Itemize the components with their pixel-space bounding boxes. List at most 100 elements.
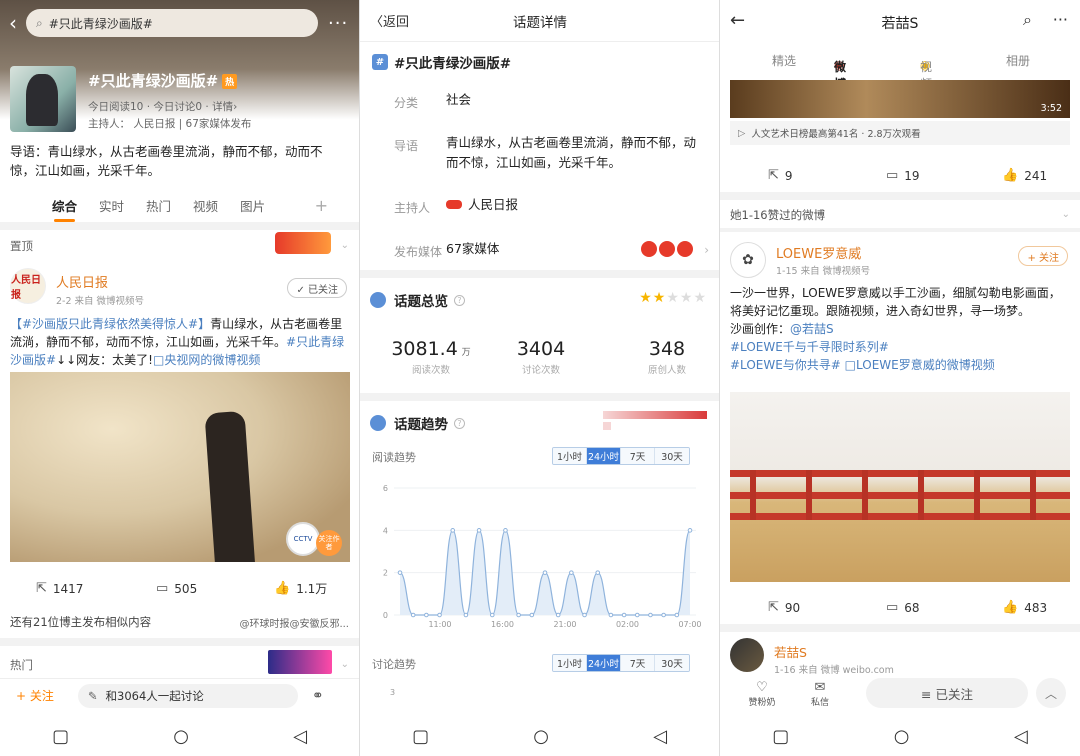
discuss-trend-label: 讨论趋势 xyxy=(372,658,416,671)
hashtag-link[interactable]: 【#沙画版只此青绿依然美得惊人#】 xyxy=(10,317,210,331)
discuss-input[interactable]: ✎ 和3064人一起讨论 xyxy=(77,683,298,708)
back-triangle-icon[interactable]: ◁ xyxy=(1014,726,1028,747)
post-actions: ⇱ 9 ▭ 19 👍 241 xyxy=(768,168,1047,183)
data-point xyxy=(542,570,548,575)
video-link[interactable]: □LOEWE罗意威的微博视频 xyxy=(845,358,995,372)
repost-button[interactable]: ⇱ 90 xyxy=(768,600,886,615)
recent-apps-icon[interactable]: ▢ xyxy=(412,726,429,747)
post-author[interactable]: LOEWE罗意威 xyxy=(776,243,861,262)
help-icon[interactable]: ? xyxy=(454,417,465,429)
home-icon[interactable]: ○ xyxy=(173,726,189,747)
search-icon[interactable]: ⌕ xyxy=(1023,10,1032,30)
data-point xyxy=(595,570,601,575)
like-button[interactable]: 👍 483 xyxy=(1002,600,1047,615)
y-tick-label: 0 xyxy=(383,611,388,620)
tab-realtime[interactable]: 实时 xyxy=(99,196,124,215)
similar-content-link[interactable]: 还有21位博主发布相似内容 xyxy=(10,614,151,630)
similar-sources[interactable]: @环球时报@安徽反邪... xyxy=(239,615,349,630)
search-input[interactable]: ⌕ #只此青绿沙画版# xyxy=(26,9,318,37)
video-thumbnail[interactable]: 3:52 xyxy=(730,80,1070,118)
chevron-down-icon[interactable]: ⌄ xyxy=(341,240,349,251)
follow-button[interactable]: + 关注 xyxy=(1018,246,1068,266)
tab-album[interactable]: 相册 xyxy=(1006,52,1030,69)
post-video-thumbnail[interactable] xyxy=(730,392,1070,582)
topic-meta[interactable]: 今日阅读10 · 今日讨论0 · 详情› xyxy=(88,99,237,114)
comment-button[interactable]: ▭ 505 xyxy=(156,580,274,597)
chevron-up-icon[interactable]: ︿ xyxy=(1036,678,1066,708)
media-label: 发布媒体 xyxy=(394,245,443,259)
bottom-bar: + 关注 ✎ 和3064人一起讨论 ⚭ xyxy=(0,678,359,712)
pinned-banner-image[interactable] xyxy=(275,232,331,254)
back-triangle-icon[interactable]: ◁ xyxy=(653,726,667,747)
like-button[interactable]: 👍 241 xyxy=(1002,168,1047,183)
chevron-down-icon[interactable]: ⌄ xyxy=(1062,209,1070,220)
post-author[interactable]: 若喆S xyxy=(774,642,807,661)
range-24h[interactable]: 24小时 xyxy=(587,448,621,464)
help-icon[interactable]: ? xyxy=(454,294,465,306)
mention-link[interactable]: @若喆S xyxy=(790,322,834,336)
range-7d[interactable]: 7天 xyxy=(621,655,655,671)
avatar[interactable] xyxy=(730,638,764,672)
post-video-thumbnail[interactable]: CCTV 关注作者 xyxy=(10,372,350,562)
divider xyxy=(0,222,359,230)
data-point xyxy=(634,612,640,618)
range-30d[interactable]: 30天 xyxy=(655,655,689,671)
range-24h[interactable]: 24小时 xyxy=(587,655,621,671)
followed-button[interactable]: ≡ 已关注 xyxy=(866,678,1028,708)
like-button[interactable]: 👍 1.1万 xyxy=(274,580,327,597)
share-icon[interactable]: ⚭ xyxy=(312,688,324,704)
avatar[interactable]: 人民日报 xyxy=(10,268,46,304)
range-1h[interactable]: 1小时 xyxy=(553,655,587,671)
video-link[interactable]: □央视网的微博视频 xyxy=(153,353,260,367)
back-triangle-icon[interactable]: ◁ xyxy=(293,726,307,747)
post-author[interactable]: 人民日报 xyxy=(56,272,108,291)
data-point xyxy=(529,612,535,618)
data-point xyxy=(489,612,495,618)
follow-topic-button[interactable]: + 关注 xyxy=(16,687,54,704)
fans-icon: ♡ xyxy=(756,680,768,695)
tab-featured[interactable]: 精选 xyxy=(772,52,796,69)
range-1h[interactable]: 1小时 xyxy=(553,448,587,464)
chevron-down-icon[interactable]: ⌄ xyxy=(341,659,349,670)
top-bar: ‹ ⌕ #只此青绿沙画版# ··· xyxy=(0,6,359,40)
data-point xyxy=(608,612,614,618)
video-info[interactable]: ▷ 人文艺术日榜最高第41名 · 2.8万次观看 xyxy=(730,121,1070,145)
tab-hot[interactable]: 热门 xyxy=(146,196,171,215)
followed-button[interactable]: ✓ 已关注 xyxy=(287,278,347,298)
hashtag-link[interactable]: #LOEWE千与千寻限时系列# xyxy=(730,340,889,354)
hashtag-link[interactable]: #LOEWE与你共寻# xyxy=(730,358,841,372)
host-value[interactable]: 人民日报 xyxy=(446,195,518,215)
profile-tabs: 精选 ◉微博 ◉视频 相册 xyxy=(772,52,1031,91)
range-7d[interactable]: 7天 xyxy=(621,448,655,464)
fans-button[interactable]: ♡ 赞粉奶 xyxy=(744,680,780,708)
repost-button[interactable]: ⇱ 9 xyxy=(768,168,886,183)
recent-apps-icon[interactable]: ▢ xyxy=(772,726,789,747)
home-icon[interactable]: ○ xyxy=(894,726,910,747)
tab-images[interactable]: 图片 xyxy=(240,196,265,215)
x-tick-label: 16:00 xyxy=(491,620,514,629)
comment-button[interactable]: ▭ 19 xyxy=(886,168,1002,183)
back-icon[interactable]: ‹ xyxy=(0,11,26,35)
tab-video[interactable]: 视频 xyxy=(193,196,218,215)
page-title: 话题详情 xyxy=(513,14,567,31)
post-meta: 1-16 来自 微博 weibo.com xyxy=(774,665,894,676)
recent-apps-icon[interactable]: ▢ xyxy=(52,726,69,747)
tab-comprehensive[interactable]: 综合 xyxy=(52,196,77,222)
star-icon: ★ xyxy=(639,290,653,306)
post-text: 一沙一世界，LOEWE罗意威以手工沙画，细腻勾勒电影画面，将美好记忆重现。跟随视… xyxy=(730,286,1061,372)
hot-banner-image[interactable] xyxy=(268,650,332,674)
message-button[interactable]: ✉ 私信 xyxy=(802,680,838,708)
more-icon[interactable]: ··· xyxy=(328,13,348,34)
data-point xyxy=(661,612,666,618)
chevron-right-icon[interactable]: › xyxy=(704,243,709,257)
more-icon[interactable]: ··· xyxy=(1053,10,1068,29)
data-point xyxy=(397,570,403,575)
data-point xyxy=(476,528,482,533)
add-tab-icon[interactable]: + xyxy=(315,196,328,215)
comment-button[interactable]: ▭ 68 xyxy=(886,600,1002,615)
range-30d[interactable]: 30天 xyxy=(655,448,689,464)
avatar[interactable]: ✿ xyxy=(730,242,766,278)
repost-button[interactable]: ⇱ 1417 xyxy=(36,580,156,597)
media-logos[interactable] xyxy=(641,241,693,257)
home-icon[interactable]: ○ xyxy=(533,726,549,747)
